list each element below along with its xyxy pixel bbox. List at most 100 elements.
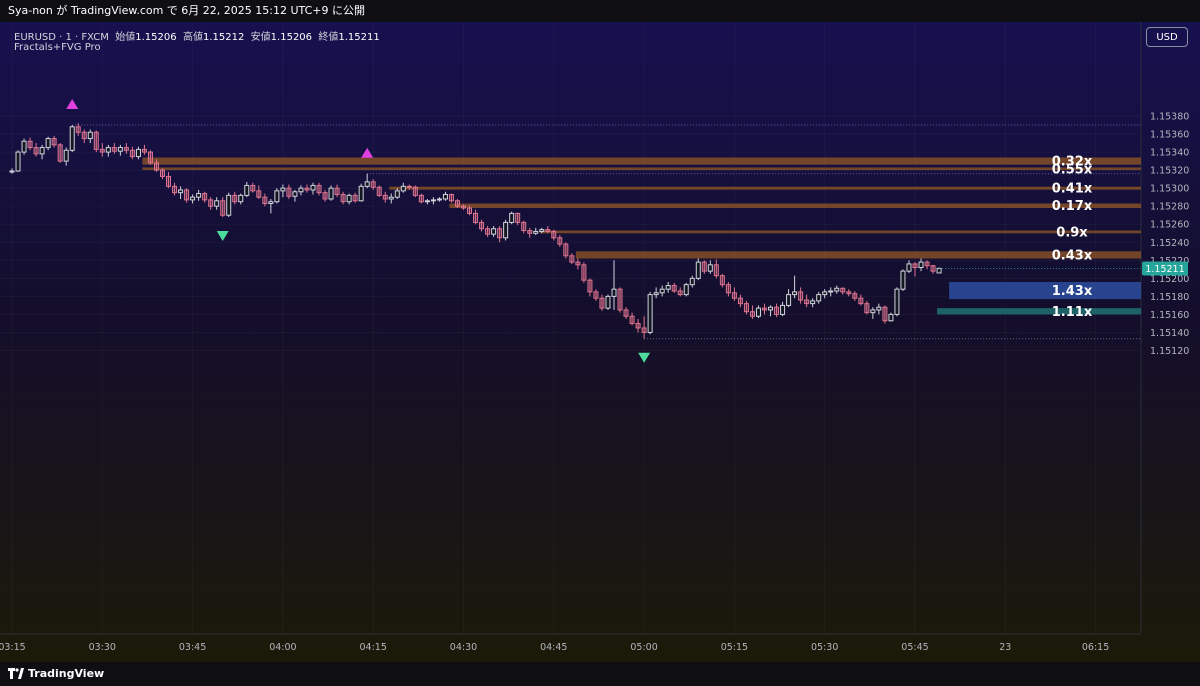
candle-body-down [406,185,412,188]
candle-body-up [653,292,659,296]
candle-body-down [141,148,147,153]
candle-body-down [172,185,178,194]
candle-body-down [677,290,683,296]
fvg-zone-bearish [142,167,1141,171]
fvg-zone-label: 0.55x [1052,162,1093,177]
candle-body-up [45,138,51,149]
candle-body-down [376,186,382,196]
candle-body-down [33,147,39,155]
high-value: 1.15212 [202,32,245,43]
candle-body-up [894,288,900,315]
candle-body-down [587,279,593,293]
candle-body-down [286,187,292,197]
candle-body-down [671,285,677,292]
candle-body-up [870,309,876,314]
candle-body-up [780,304,786,315]
candle-body-up [424,200,430,203]
candle-body-up [280,187,286,192]
price-tick-label: 1.15360 [1150,130,1189,141]
candle-body-up [755,307,761,317]
fvg-zone-label: 0.17x [1052,199,1093,214]
candle-body-down [418,194,424,203]
candle-body-up [400,185,406,192]
fvg-zone-bearish [389,186,1141,190]
candle-body-down [57,144,63,162]
time-tick-label: 05:15 [721,642,748,653]
candle-body-down [551,230,557,239]
candle-body-up [298,187,304,193]
candle-body-down [617,288,623,311]
candle-body-down [250,184,256,192]
candle-body-down [713,264,719,277]
candle-body-down [743,303,749,313]
candle-body-up [9,170,15,173]
candle-body-down [147,151,153,164]
candle-body-down [256,190,262,198]
candle-body-down [99,148,105,153]
indicator-legend[interactable]: Fractals+FVG Pro [14,42,101,53]
fvg-zone-bearish [142,157,1141,165]
candle-body-up [768,306,774,311]
price-tick-label: 1.15240 [1150,238,1189,249]
time-tick-label: 03:45 [179,642,206,653]
time-tick-label: 06:15 [1082,642,1109,653]
candle-body-down [840,287,846,293]
candle-body-down [184,189,190,201]
candle-body-up [828,290,834,293]
fvg-zone-bullish [937,308,1141,315]
candle-body-up [906,263,912,272]
candle-body-up [268,201,274,204]
candle-body-down [798,291,804,301]
price-chart[interactable]: 0.32x0.55x0.41x0.17x0.9x0.43x1.43x1.11x … [0,0,1200,686]
candle-body-down [774,306,780,315]
candle-body-up [503,221,509,239]
candle-body-up [533,230,539,234]
time-tick-label: 03:15 [0,642,26,653]
candle-body-up [876,306,882,311]
candle-body-up [611,288,617,297]
branding-bar: TradingView [0,662,1200,686]
candle-body-down [93,131,99,150]
candle-body-down [160,169,165,177]
brand-text: TradingView [28,667,105,680]
candle-body-down [340,193,346,203]
candle-body-up [178,189,184,194]
candle-body-up [274,190,280,203]
candle-body-up [364,181,370,187]
symbol-legend[interactable]: EURUSD · 1 · FXCM 始値1.15206 高値1.15212 安値… [14,28,380,43]
candle-body-down [563,243,569,257]
price-tick-label: 1.15280 [1150,202,1189,213]
candle-body-down [846,291,852,295]
candle-body-up [647,294,653,333]
time-tick-label: 05:45 [901,642,928,653]
indicator-name[interactable]: Fractals+FVG Pro [14,42,101,53]
candle-body-down [581,264,587,281]
candle-body-down [930,265,936,272]
price-tick-label: 1.15200 [1150,274,1189,285]
candle-body-up [430,199,436,202]
candle-body-up [707,264,713,272]
time-tick-label: 05:00 [630,642,657,653]
chart-background [0,22,1200,662]
currency-button[interactable]: USD [1146,27,1188,47]
last-price-value: 1.15211 [1145,264,1184,275]
tradingview-logo-icon [8,668,24,679]
candle-body-up [683,284,689,296]
price-tick-label: 1.15320 [1150,166,1189,177]
high-label: 高値 [182,32,203,43]
candle-body-down [527,230,533,234]
time-tick-label: 03:30 [89,642,116,653]
candle-body-down [262,196,268,204]
candle-body-down [749,311,755,317]
price-tick-label: 1.15260 [1150,220,1189,231]
candle-body-down [545,229,551,232]
candle-body-down [322,192,328,200]
time-tick-label: 04:30 [450,642,477,653]
candle-body-up [810,300,816,305]
candle-body-up [394,190,400,198]
candle-body-down [623,309,629,317]
candle-body-down [629,315,635,324]
close-value: 1.15211 [338,32,380,43]
candle-body-down [123,147,129,151]
low-value: 1.15206 [270,32,313,43]
